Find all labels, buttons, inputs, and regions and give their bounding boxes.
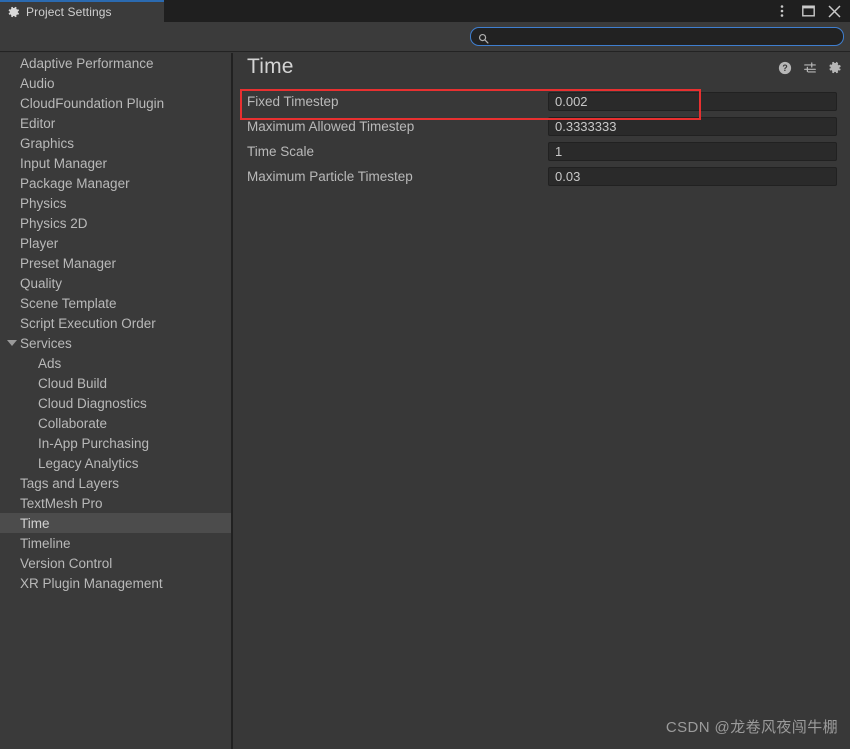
sidebar-item-label: Editor [20, 115, 56, 131]
sidebar-item-cloudfoundation-plugin[interactable]: CloudFoundation Plugin [0, 93, 231, 113]
sidebar-item-label: Physics 2D [20, 215, 88, 231]
settings-content-panel: Time ? Fixed Timestep 0.002 Maximum Allo… [235, 53, 850, 749]
sidebar-item-physics[interactable]: Physics [0, 193, 231, 213]
sidebar-item-label: Legacy Analytics [38, 455, 139, 471]
sidebar-item-label: Collaborate [38, 415, 108, 431]
sidebar-item-adaptive-performance[interactable]: Adaptive Performance [0, 53, 231, 73]
sidebar-item-editor[interactable]: Editor [0, 113, 231, 133]
settings-gear-icon[interactable] [828, 61, 842, 75]
property-row: Maximum Particle Timestep 0.03 [235, 164, 850, 189]
property-row: Time Scale 1 [235, 139, 850, 164]
content-header: Time ? [235, 53, 850, 89]
header-icon-group: ? [778, 61, 842, 75]
sidebar-item-player[interactable]: Player [0, 233, 231, 253]
sidebar-item-label: CloudFoundation Plugin [20, 95, 165, 111]
sidebar-item-cloud-build[interactable]: Cloud Build [0, 373, 231, 393]
sidebar-item-label: Cloud Diagnostics [38, 395, 147, 411]
sidebar-item-in-app-purchasing[interactable]: In-App Purchasing [0, 433, 231, 453]
sidebar-item-label: Ads [38, 355, 62, 371]
sidebar-item-label: Audio [20, 75, 55, 91]
sidebar-item-cloud-diagnostics[interactable]: Cloud Diagnostics [0, 393, 231, 413]
preset-icon[interactable] [803, 61, 817, 75]
sidebar-item-ads[interactable]: Ads [0, 353, 231, 373]
sidebar-item-textmesh-pro[interactable]: TextMesh Pro [0, 493, 231, 513]
toolbar [0, 22, 850, 52]
property-row: Fixed Timestep 0.002 [235, 89, 850, 114]
property-row: Maximum Allowed Timestep 0.3333333 [235, 114, 850, 139]
sidebar-item-quality[interactable]: Quality [0, 273, 231, 293]
sidebar-item-graphics[interactable]: Graphics [0, 133, 231, 153]
sidebar-item-label: XR Plugin Management [20, 575, 163, 591]
more-options-button[interactable] [770, 0, 794, 22]
sidebar-item-audio[interactable]: Audio [0, 73, 231, 93]
search-icon [478, 31, 489, 44]
sidebar-item-label: Timeline [20, 535, 71, 551]
sidebar-item-label: Package Manager [20, 175, 130, 191]
property-label: Maximum Allowed Timestep [247, 119, 415, 134]
page-title: Time [247, 55, 294, 78]
sidebar-item-label: Tags and Layers [20, 475, 120, 491]
maximize-icon [801, 5, 815, 17]
property-list: Fixed Timestep 0.002 Maximum Allowed Times… [235, 89, 850, 189]
sidebar-item-label: Adaptive Performance [20, 55, 154, 71]
sidebar-item-script-execution-order[interactable]: Script Execution Order [0, 313, 231, 333]
sidebar-item-services[interactable]: Services [0, 333, 231, 353]
sidebar-item-label: Scene Template [20, 295, 117, 311]
sidebar-item-preset-manager[interactable]: Preset Manager [0, 253, 231, 273]
sidebar-item-label: Cloud Build [38, 375, 108, 391]
sidebar-item-label: In-App Purchasing [38, 435, 150, 451]
gear-icon [8, 6, 20, 18]
sidebar-item-xr-plugin-management[interactable]: XR Plugin Management [0, 573, 231, 593]
property-label: Fixed Timestep [247, 94, 339, 109]
sidebar-item-label: Preset Manager [20, 255, 117, 271]
sidebar-item-label: TextMesh Pro [20, 495, 103, 511]
sidebar-item-input-manager[interactable]: Input Manager [0, 153, 231, 173]
sidebar-item-legacy-analytics[interactable]: Legacy Analytics [0, 453, 231, 473]
property-label: Maximum Particle Timestep [247, 169, 413, 184]
settings-category-sidebar[interactable]: Adaptive Performance Audio CloudFoundation… [0, 53, 233, 749]
property-value-input[interactable]: 1 [548, 142, 837, 161]
window-controls [770, 0, 846, 22]
help-icon[interactable]: ? [778, 61, 792, 75]
sidebar-item-time[interactable]: Time [0, 513, 231, 533]
window-tab-bar: Project Settings [0, 0, 850, 22]
chevron-down-icon[interactable] [7, 340, 17, 346]
close-icon [827, 4, 841, 18]
sidebar-item-package-manager[interactable]: Package Manager [0, 173, 231, 193]
sidebar-item-timeline[interactable]: Timeline [0, 533, 231, 553]
close-button[interactable] [822, 0, 846, 22]
sidebar-item-label: Input Manager [20, 155, 108, 171]
sidebar-item-label: Graphics [20, 135, 75, 151]
property-value-input[interactable]: 0.03 [548, 167, 837, 186]
sidebar-item-label: Version Control [20, 555, 113, 571]
search-field[interactable] [470, 27, 844, 46]
property-value-input[interactable]: 0.3333333 [548, 117, 837, 136]
tab-project-settings[interactable]: Project Settings [0, 0, 164, 22]
property-label: Time Scale [247, 144, 315, 159]
watermark: CSDN @龙卷风夜闯牛棚 [665, 719, 838, 736]
sidebar-list: Adaptive Performance Audio CloudFoundation… [0, 53, 231, 593]
maximize-button[interactable] [796, 0, 820, 22]
sidebar-item-physics-2d[interactable]: Physics 2D [0, 213, 231, 233]
sidebar-item-scene-template[interactable]: Scene Template [0, 293, 231, 313]
search-input[interactable] [494, 30, 824, 43]
kebab-menu-icon [780, 4, 784, 18]
sidebar-item-collaborate[interactable]: Collaborate [0, 413, 231, 433]
sidebar-item-label: Player [20, 235, 59, 251]
sidebar-item-label: Script Execution Order [20, 315, 156, 331]
sidebar-item-version-control[interactable]: Version Control [0, 553, 231, 573]
tab-label: Project Settings [26, 5, 112, 19]
sidebar-item-tags-and-layers[interactable]: Tags and Layers [0, 473, 231, 493]
sidebar-item-label: Time [20, 515, 50, 531]
sidebar-item-label: Quality [20, 275, 63, 291]
sidebar-item-label: Physics [20, 195, 67, 211]
property-value-input[interactable]: 0.002 [548, 92, 837, 111]
svg-text:?: ? [782, 63, 787, 73]
